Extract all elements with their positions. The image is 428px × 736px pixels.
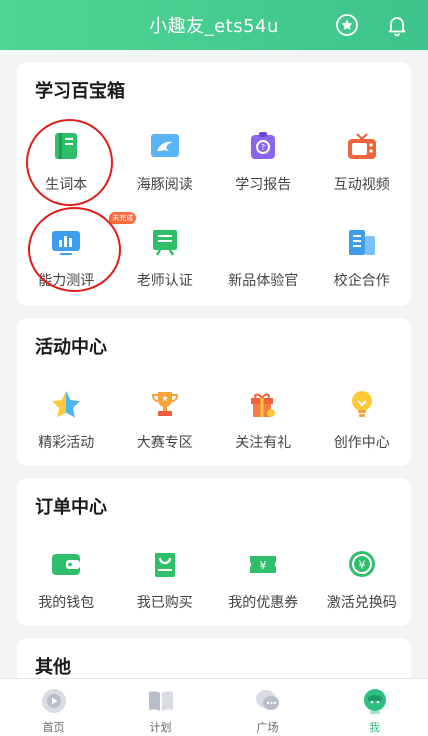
wallet-item[interactable]: 我的钱包 bbox=[17, 548, 116, 612]
other-title: 其他 bbox=[35, 657, 71, 678]
star-button[interactable] bbox=[333, 11, 361, 39]
redeem-code-icon: ¥ bbox=[348, 551, 375, 577]
tab-square-label: 广场 bbox=[256, 721, 279, 734]
school-cooperation-item[interactable]: 校企合作 bbox=[313, 226, 412, 290]
page-title: 小趣友_ets54u bbox=[149, 16, 279, 37]
tab-me[interactable]: 我 bbox=[321, 679, 428, 736]
featured-activity-label: 精彩活动 bbox=[38, 435, 95, 451]
wallet-label: 我的钱包 bbox=[38, 595, 95, 611]
dolphin-reading-item[interactable]: 海豚阅读 bbox=[116, 130, 215, 194]
toolbox-row-2: 未完成 能力测评 老师认证 新品体验官 校企合作 bbox=[17, 212, 412, 290]
coupon-icon: ¥ bbox=[250, 556, 277, 573]
vocab-book-label: 生词本 bbox=[45, 177, 88, 193]
teacher-cert-icon bbox=[152, 230, 177, 256]
ability-test-item[interactable]: 未完成 能力测评 bbox=[17, 212, 137, 290]
square-chat-icon bbox=[255, 690, 279, 710]
study-report-label: 学习报告 bbox=[235, 177, 292, 193]
tab-me-label: 我 bbox=[369, 721, 380, 734]
tab-plan-label: 计划 bbox=[149, 721, 172, 734]
teacher-cert-label: 老师认证 bbox=[136, 273, 193, 289]
star-icon bbox=[52, 391, 81, 418]
orders-title: 订单中心 bbox=[35, 497, 107, 518]
coupon-label: 我的优惠券 bbox=[228, 595, 299, 611]
tab-home[interactable]: 首页 bbox=[0, 679, 107, 736]
svg-text:¥: ¥ bbox=[358, 559, 365, 572]
star-circle-icon bbox=[336, 14, 358, 36]
lightbulb-icon bbox=[351, 391, 372, 417]
purchased-bag-icon bbox=[154, 553, 175, 577]
interactive-video-label: 互动视频 bbox=[333, 177, 390, 193]
creation-center-label: 创作中心 bbox=[333, 435, 390, 451]
activity-title: 活动中心 bbox=[35, 337, 107, 358]
coupon-item[interactable]: ¥ 我的优惠券 bbox=[214, 548, 313, 612]
trophy-icon: ★ bbox=[151, 392, 178, 416]
product-tester-item[interactable]: 新品体验官 bbox=[214, 226, 313, 290]
tab-home-label: 首页 bbox=[42, 721, 65, 734]
school-cooperation-icon bbox=[348, 230, 375, 255]
dolphin-reading-label: 海豚阅读 bbox=[136, 177, 193, 193]
follow-gift-item[interactable]: 关注有礼 bbox=[214, 388, 313, 452]
svg-text:★: ★ bbox=[161, 394, 168, 403]
featured-activity-item[interactable]: 精彩活动 bbox=[17, 388, 116, 452]
app-header: 小趣友_ets54u bbox=[0, 0, 428, 50]
orders-row: 我的钱包 我已购买 ¥ 我的优惠券 ¥ 激活兑换码 bbox=[17, 548, 411, 612]
activity-row: 精彩活动 ★ 大赛专区 关注有礼 创作中心 bbox=[17, 388, 411, 452]
purchased-item[interactable]: 我已购买 bbox=[116, 548, 215, 612]
ability-test-label: 能力测评 bbox=[38, 273, 95, 289]
status-badge: 未完成 bbox=[109, 212, 137, 224]
contest-zone-item[interactable]: ★ 大赛专区 bbox=[116, 388, 215, 452]
follow-gift-label: 关注有礼 bbox=[235, 435, 292, 451]
vocab-book-item[interactable]: 生词本 bbox=[17, 130, 116, 194]
contest-zone-label: 大赛专区 bbox=[136, 435, 193, 451]
toolbox-title: 学习百宝箱 bbox=[35, 81, 125, 102]
purchased-label: 我已购买 bbox=[136, 595, 193, 611]
notification-button[interactable] bbox=[383, 11, 411, 39]
bell-icon bbox=[388, 17, 406, 37]
me-avatar-icon bbox=[363, 689, 386, 714]
svg-text:¥: ¥ bbox=[260, 559, 267, 572]
wallet-icon bbox=[52, 554, 81, 575]
svg-text:?: ? bbox=[261, 143, 265, 152]
creation-center-item[interactable]: 创作中心 bbox=[313, 388, 412, 452]
toolbox-row-1: 生词本 海豚阅读 ? 学习报告 互动视频 bbox=[17, 130, 411, 194]
tab-square[interactable]: 广场 bbox=[214, 679, 321, 736]
interactive-video-item[interactable]: 互动视频 bbox=[313, 130, 412, 194]
study-report-icon: ? bbox=[251, 132, 276, 159]
product-tester-label: 新品体验官 bbox=[228, 273, 299, 289]
home-play-icon bbox=[41, 689, 66, 713]
teacher-cert-item[interactable]: 老师认证 bbox=[116, 226, 215, 290]
redeem-code-label: 激活兑换码 bbox=[326, 595, 397, 611]
orders-card: 订单中心 我的钱包 我已购买 ¥ 我的优惠券 ¥ 激活兑换码 bbox=[17, 478, 411, 626]
gift-icon bbox=[251, 393, 276, 417]
redeem-code-item[interactable]: ¥ 激活兑换码 bbox=[313, 548, 412, 612]
activity-card: 活动中心 精彩活动 ★ 大赛专区 关注有礼 创作中心 bbox=[17, 318, 411, 466]
bottom-tab-bar: 首页 计划 广场 我 bbox=[0, 678, 428, 736]
tab-plan[interactable]: 计划 bbox=[107, 679, 214, 736]
interactive-video-icon bbox=[347, 133, 376, 159]
toolbox-card: 学习百宝箱 生词本 海豚阅读 ? 学习报告 互动视频 未完成 能力测评 老师认证… bbox=[17, 62, 411, 306]
plan-book-icon bbox=[148, 691, 173, 711]
school-cooperation-label: 校企合作 bbox=[333, 273, 390, 289]
study-report-item[interactable]: ? 学习报告 bbox=[214, 130, 313, 194]
ability-test-icon bbox=[52, 231, 81, 255]
dolphin-reading-icon bbox=[150, 134, 179, 157]
vocab-book-icon bbox=[55, 133, 78, 159]
